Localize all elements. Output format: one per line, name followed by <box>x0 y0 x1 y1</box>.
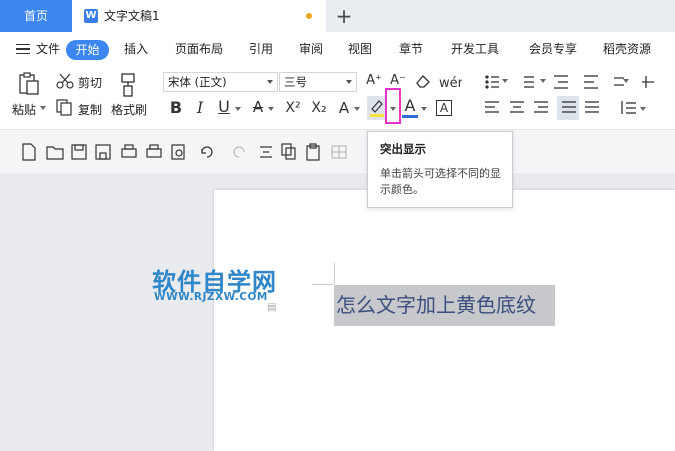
menu-chapter[interactable]: 章节 <box>399 32 423 66</box>
watermark-url: WWW.RJZXW.COM <box>154 291 268 303</box>
font-color-button[interactable]: A <box>402 97 418 118</box>
copy-button[interactable]: 复制 <box>78 101 102 118</box>
justify-align-icon <box>562 101 576 113</box>
font-effects-button[interactable]: A <box>336 99 352 117</box>
tooltip-body: 单击箭头可选择不同的显示颜色。 <box>380 167 501 196</box>
tooltip-title: 突出显示 <box>380 142 426 156</box>
paste-dropdown-icon[interactable] <box>40 106 46 110</box>
grow-font-button[interactable]: A⁺ <box>364 72 384 90</box>
svg-text:wén: wén <box>439 76 462 91</box>
margin-guide-vertical <box>334 262 335 284</box>
bullet-list-dropdown-icon[interactable] <box>502 79 508 83</box>
selected-text[interactable]: 怎么文字加上黄色底纹 <box>334 285 555 326</box>
paste-icon[interactable] <box>16 72 42 96</box>
format-painter-label[interactable]: 格式刷 <box>111 101 147 118</box>
scissors-icon[interactable] <box>56 73 74 89</box>
pinyin-guide-icon[interactable]: wén <box>438 73 462 91</box>
font-name-select[interactable]: 宋体 (正文) <box>163 72 278 92</box>
document-tab-title: 文字文稿1 <box>104 9 160 23</box>
chevron-down-icon <box>346 80 352 84</box>
menu-page-layout[interactable]: 页面布局 <box>175 32 223 66</box>
italic-button[interactable]: I <box>193 99 207 117</box>
menu-insert[interactable]: 插入 <box>124 32 148 66</box>
chinese-layout-dropdown-icon[interactable] <box>623 79 629 83</box>
format-painter-icon[interactable] <box>118 72 140 98</box>
char-border-button[interactable]: A <box>436 100 452 116</box>
subscript-button[interactable]: X₂ <box>308 99 330 117</box>
font-size-select[interactable]: 三号 <box>279 72 357 92</box>
paste-label[interactable]: 粘贴 <box>12 101 36 118</box>
copy-icon[interactable] <box>56 99 74 116</box>
menu-developer[interactable]: 开发工具 <box>451 32 499 66</box>
margin-guide-horizontal <box>312 284 334 285</box>
underline-button[interactable]: U <box>216 98 232 116</box>
menu-review[interactable]: 审阅 <box>299 32 323 66</box>
cut-button[interactable]: 剪切 <box>78 74 102 91</box>
menu-home-start[interactable]: 开始 <box>66 40 109 60</box>
strikethrough-button[interactable]: A <box>250 98 266 116</box>
unsaved-dot-icon <box>306 13 312 19</box>
menu-docer-resources[interactable]: 稻壳资源 <box>603 32 651 66</box>
line-spacing-dropdown-icon[interactable] <box>640 107 646 111</box>
highlight-button[interactable] <box>367 96 387 120</box>
chevron-down-icon <box>267 80 273 84</box>
highlight-tooltip: 突出显示 单击箭头可选择不同的显示颜色。 <box>367 131 513 208</box>
home-tab[interactable]: 首页 <box>0 0 72 32</box>
font-size-value: 三号 <box>284 75 307 89</box>
paragraph-tools-row1 <box>485 75 654 89</box>
font-color-dropdown-icon[interactable] <box>421 107 427 111</box>
paragraph-layout-icon: ▤ <box>267 302 277 313</box>
writer-doc-icon: W <box>84 9 98 23</box>
superscript-button[interactable]: X² <box>282 99 304 117</box>
highlighter-pen-icon <box>370 100 384 117</box>
strikethrough-dropdown-icon[interactable] <box>268 107 274 111</box>
highlight-dropdown-marker <box>385 88 401 124</box>
document-tab[interactable]: W 文字文稿1 <box>72 0 326 32</box>
wps-writer-window: 首页 W 文字文稿1 + 文件 插入 页面布局 引用 审阅 视图 章节 开发工具… <box>0 0 675 451</box>
bold-button[interactable]: B <box>167 99 185 117</box>
clear-format-icon[interactable] <box>414 73 432 89</box>
menu-view[interactable]: 视图 <box>348 32 372 66</box>
hamburger-menu-icon[interactable] <box>16 44 30 54</box>
title-bar: 首页 W 文字文稿1 + <box>0 0 675 32</box>
new-tab-button[interactable]: + <box>334 4 354 28</box>
quick-access-icons <box>22 143 347 161</box>
numbered-list-dropdown-icon[interactable] <box>540 79 546 83</box>
menu-file[interactable]: 文件 <box>36 32 60 66</box>
underline-dropdown-icon[interactable] <box>235 107 241 111</box>
font-name-value: 宋体 (正文) <box>168 75 227 89</box>
font-effects-dropdown-icon[interactable] <box>354 107 360 111</box>
menu-references[interactable]: 引用 <box>249 32 273 66</box>
menu-member[interactable]: 会员专享 <box>529 32 577 66</box>
